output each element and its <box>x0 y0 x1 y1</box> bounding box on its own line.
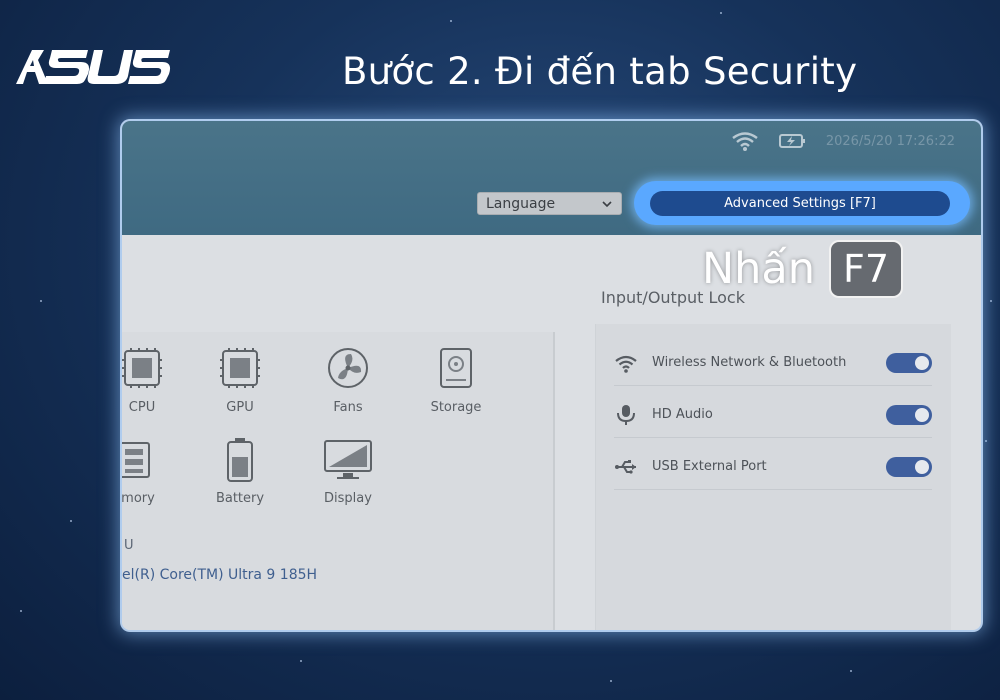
status-bar: 2026/5/20 17:26:22 <box>730 129 955 153</box>
wifi-icon <box>615 355 637 373</box>
advanced-settings-highlight: Advanced Settings [F7] <box>634 181 970 225</box>
device-label: Battery <box>215 491 265 506</box>
device-label: Display <box>324 491 372 506</box>
io-row-label: Wireless Network & Bluetooth <box>652 355 847 370</box>
battery-charging-icon <box>778 134 805 148</box>
cpu-icon <box>122 348 162 388</box>
device-label: CPU <box>128 400 156 415</box>
device-label: GPU <box>226 400 254 415</box>
device-label: Storage <box>430 400 482 415</box>
gpu-icon <box>220 348 260 388</box>
io-row-label: USB External Port <box>652 459 767 474</box>
usb-icon <box>615 459 636 474</box>
device-tile-display[interactable]: Display <box>308 437 388 506</box>
language-select[interactable]: Language <box>477 192 622 215</box>
wireless-toggle[interactable] <box>886 352 932 373</box>
bios-header: 2026/5/20 17:26:22 Language Advanced Set… <box>122 121 981 235</box>
device-label: emory <box>122 491 155 506</box>
storage-icon <box>440 348 472 388</box>
io-row-label: HD Audio <box>652 407 713 422</box>
datetime: 2026/5/20 17:26:22 <box>825 133 955 149</box>
device-panel: CPU GPU Fans Storage mory Battery Displa… <box>122 332 555 630</box>
cpu-name-label: U <box>124 538 134 553</box>
usb-port-toggle[interactable] <box>886 456 932 477</box>
fan-icon <box>328 348 368 388</box>
device-tile-fans[interactable]: Fans <box>308 346 388 415</box>
advanced-settings-button[interactable]: Advanced Settings [F7] <box>650 191 950 216</box>
press-hint-label: Nhấn <box>702 244 816 294</box>
device-tile-gpu[interactable]: GPU <box>200 346 280 415</box>
io-row-audio: HD Audio <box>614 392 932 438</box>
display-icon <box>324 440 372 479</box>
device-tile-cpu[interactable]: CPU <box>122 346 182 415</box>
device-tile-storage[interactable]: Storage <box>416 346 496 415</box>
microphone-icon <box>617 404 635 425</box>
bios-screen: 2026/5/20 17:26:22 Language Advanced Set… <box>122 121 981 630</box>
cpu-model-value: el(R) Core(TM) Ultra 9 185H <box>122 567 318 583</box>
asus-logo <box>16 50 171 84</box>
device-label: Fans <box>333 400 363 415</box>
device-tile-memory[interactable]: emory <box>122 437 174 506</box>
memory-icon <box>122 442 150 478</box>
wifi-icon <box>732 132 758 151</box>
device-tile-battery[interactable]: Battery <box>200 437 280 506</box>
f7-keycap: F7 <box>829 240 904 298</box>
hd-audio-toggle[interactable] <box>886 404 932 425</box>
io-lock-panel: Wireless Network & Bluetooth HD Audio US… <box>595 324 951 630</box>
language-select-value: Language <box>486 195 556 212</box>
io-row-usb: USB External Port <box>614 444 932 490</box>
chevron-down-icon <box>602 200 612 207</box>
io-row-wireless: Wireless Network & Bluetooth <box>614 340 932 386</box>
step-title: Bước 2. Đi đến tab Security <box>342 50 858 93</box>
io-lock-title: Input/Output Lock <box>601 288 745 307</box>
battery-icon <box>227 438 253 482</box>
